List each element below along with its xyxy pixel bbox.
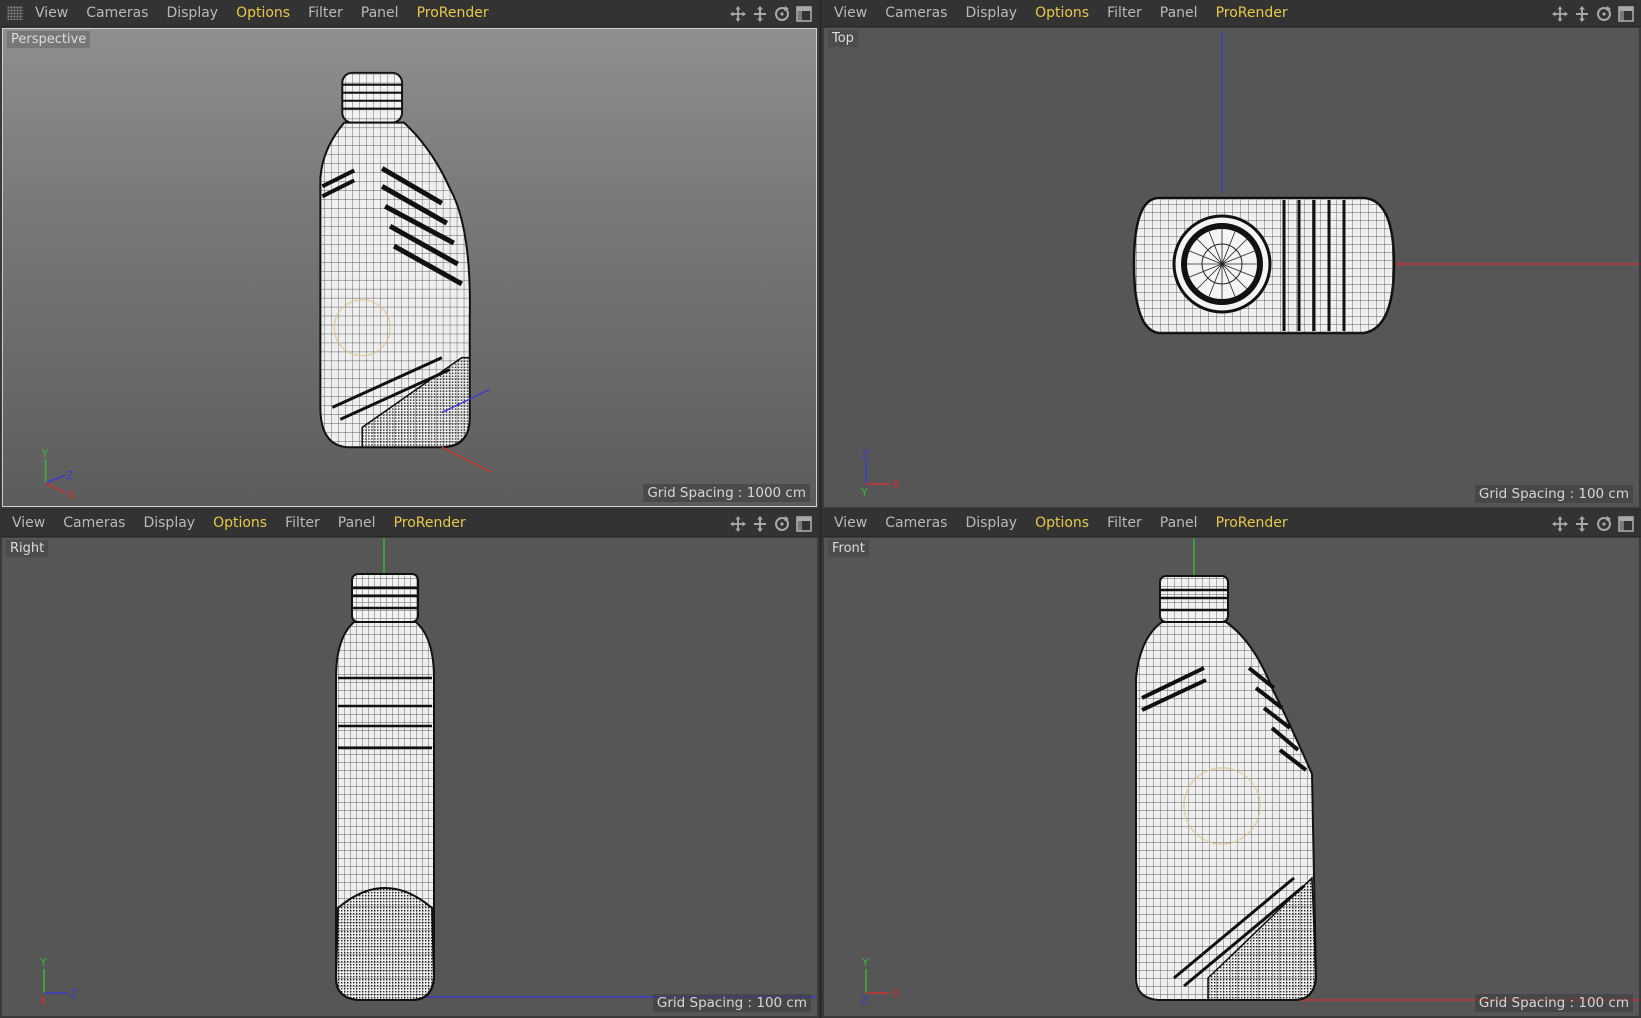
menu-options[interactable]: Options	[227, 5, 299, 21]
axis-label-z: Z	[861, 994, 869, 1007]
maximize-view-icon[interactable]	[794, 4, 813, 23]
maximize-view-icon[interactable]	[794, 514, 813, 533]
move-view-icon[interactable]	[1550, 4, 1569, 23]
view-tools	[728, 4, 813, 23]
menu-panel[interactable]: Panel	[352, 5, 408, 21]
menu-options[interactable]: Options	[1026, 515, 1098, 531]
bottle-wireframe-right: Y X Z	[39, 538, 817, 1007]
viewport-label: Right	[6, 540, 49, 557]
menu-options[interactable]: Options	[1026, 5, 1098, 21]
front-viewport[interactable]: Y Z X Front Grid Spacing : 100 cm	[824, 538, 1639, 1016]
move-view-icon[interactable]	[728, 4, 747, 23]
axis-label-x: X	[67, 489, 75, 502]
menu-view[interactable]: View	[26, 5, 77, 21]
top-viewport[interactable]: Z Y X Top Grid Spacing : 100 cm	[824, 28, 1639, 507]
grid-spacing-readout: Grid Spacing : 100 cm	[652, 994, 811, 1012]
viewport-pane-top: View Cameras Display Options Filter Pane…	[822, 0, 1641, 509]
menu-display[interactable]: Display	[956, 5, 1026, 21]
viewport-menubar: View Cameras Display Options Filter Pane…	[0, 510, 819, 537]
axis-label-y: Y	[39, 956, 47, 969]
axis-indicator	[865, 969, 890, 994]
menu-display[interactable]: Display	[157, 5, 227, 21]
move-view-icon[interactable]	[1550, 514, 1569, 533]
bottle-wireframe-perspective: Y Z X	[41, 71, 492, 502]
menu-options[interactable]: Options	[204, 515, 276, 531]
axis-indicator	[43, 969, 68, 994]
viewport-menubar: View Cameras Display Options Filter Pane…	[0, 0, 819, 27]
axis-label-z: Z	[66, 469, 74, 482]
maximize-view-icon[interactable]	[1616, 514, 1635, 533]
axis-label-z: Z	[70, 987, 78, 1000]
axis-indicator	[44, 459, 66, 494]
dolly-view-icon[interactable]	[750, 4, 769, 23]
rotate-view-icon[interactable]	[772, 514, 791, 533]
bottle-wireframe-top: Z Y X	[860, 32, 1639, 499]
axis-label-x: X	[892, 987, 900, 1000]
menu-display[interactable]: Display	[956, 515, 1026, 531]
rotate-view-icon[interactable]	[1594, 4, 1613, 23]
menu-view[interactable]: View	[825, 515, 876, 531]
rotate-view-icon[interactable]	[1594, 514, 1613, 533]
grid-spacing-readout: Grid Spacing : 100 cm	[1474, 994, 1633, 1012]
viewport-pane-front: View Cameras Display Options Filter Pane…	[822, 510, 1641, 1018]
dolly-view-icon[interactable]	[750, 514, 769, 533]
viewport-label: Top	[828, 30, 858, 47]
view-tools	[1550, 514, 1635, 533]
menu-display[interactable]: Display	[134, 515, 204, 531]
maximize-view-icon[interactable]	[1616, 4, 1635, 23]
viewport-pane-perspective: View Cameras Display Options Filter Pane…	[0, 0, 819, 509]
axis-label-y: Y	[861, 956, 869, 969]
rotate-view-icon[interactable]	[772, 4, 791, 23]
menu-cameras[interactable]: Cameras	[54, 515, 134, 531]
menu-filter[interactable]: Filter	[276, 515, 329, 531]
menu-prorender[interactable]: ProRender	[1207, 5, 1297, 21]
view-tools	[1550, 4, 1635, 23]
menu-view[interactable]: View	[825, 5, 876, 21]
dolly-view-icon[interactable]	[1572, 4, 1591, 23]
dolly-view-icon[interactable]	[1572, 514, 1591, 533]
menu-view[interactable]: View	[3, 515, 54, 531]
menu-cameras[interactable]: Cameras	[876, 515, 956, 531]
viewport-menubar: View Cameras Display Options Filter Pane…	[822, 510, 1641, 537]
move-view-icon[interactable]	[728, 514, 747, 533]
menu-cameras[interactable]: Cameras	[876, 5, 956, 21]
menu-prorender[interactable]: ProRender	[1207, 515, 1297, 531]
menu-panel[interactable]: Panel	[1151, 515, 1207, 531]
viewport-label: Perspective	[7, 31, 91, 48]
axis-label-z: Z	[862, 448, 870, 461]
bottle-wireframe-front: Y Z X	[861, 538, 1639, 1007]
axis-label-y: Y	[41, 447, 49, 460]
axis-label-y: Y	[860, 486, 868, 499]
axis-label-x: X	[892, 478, 900, 491]
menu-filter[interactable]: Filter	[1098, 515, 1151, 531]
menu-filter[interactable]: Filter	[1098, 5, 1151, 21]
viewport-pane-right: View Cameras Display Options Filter Pane…	[0, 510, 819, 1018]
view-tools	[728, 514, 813, 533]
grip-icon[interactable]	[7, 6, 23, 20]
menu-cameras[interactable]: Cameras	[77, 5, 157, 21]
viewport-menubar: View Cameras Display Options Filter Pane…	[822, 0, 1641, 27]
viewport-label: Front	[828, 540, 869, 557]
menu-prorender[interactable]: ProRender	[385, 515, 475, 531]
right-viewport[interactable]: Y X Z Right Grid Spacing : 100 cm	[2, 538, 817, 1016]
grid-spacing-readout: Grid Spacing : 1000 cm	[643, 484, 810, 502]
axis-label-x: X	[39, 994, 47, 1007]
menu-prorender[interactable]: ProRender	[408, 5, 498, 21]
perspective-viewport[interactable]: Y Z X Perspective Grid Spacing : 1000 cm	[2, 28, 817, 507]
axis-indicator	[865, 460, 890, 485]
menu-panel[interactable]: Panel	[329, 515, 385, 531]
menu-panel[interactable]: Panel	[1151, 5, 1207, 21]
menu-filter[interactable]: Filter	[299, 5, 352, 21]
grid-spacing-readout: Grid Spacing : 100 cm	[1474, 485, 1633, 503]
